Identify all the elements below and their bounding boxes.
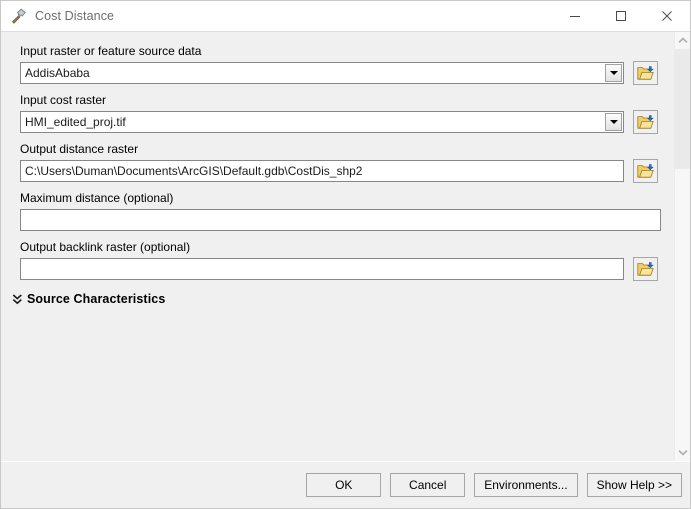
cancel-button[interactable]: Cancel — [390, 473, 466, 497]
ok-button[interactable]: OK — [306, 473, 382, 497]
chevron-down-icon[interactable] — [605, 113, 622, 131]
show-help-button[interactable]: Show Help >> — [586, 473, 682, 497]
scroll-up-arrow-icon[interactable] — [675, 32, 690, 49]
environments-button[interactable]: Environments... — [474, 473, 578, 497]
input-cost-raster-value: HMI_edited_proj.tif — [25, 115, 126, 129]
title-bar: Cost Distance — [1, 1, 690, 32]
scrollbar-thumb[interactable] — [675, 49, 690, 169]
dialog-footer: OK Cancel Environments... Show Help >> — [1, 461, 690, 508]
label-maximum-distance: Maximum distance (optional) — [20, 191, 174, 205]
browse-output-backlink-raster-button[interactable] — [633, 257, 658, 281]
output-backlink-raster-input[interactable] — [20, 258, 624, 280]
scroll-down-arrow-icon[interactable] — [675, 444, 690, 461]
label-output-distance-raster: Output distance raster — [20, 142, 139, 156]
source-characteristics-title: Source Characteristics — [27, 292, 166, 306]
double-chevron-down-icon — [11, 292, 24, 306]
parameter-form: Input raster or feature source data Addi… — [1, 32, 674, 461]
output-distance-raster-input[interactable]: C:\Users\Duman\Documents\ArcGIS\Default.… — [20, 160, 624, 182]
close-button[interactable] — [644, 1, 690, 31]
maximize-button[interactable] — [598, 1, 644, 31]
vertical-scrollbar[interactable] — [674, 32, 690, 461]
row-input-source-data: AddisAbaba — [20, 61, 674, 85]
row-output-distance-raster: C:\Users\Duman\Documents\ArcGIS\Default.… — [20, 159, 674, 183]
row-output-backlink-raster — [20, 257, 674, 281]
browse-input-cost-raster-button[interactable] — [633, 110, 658, 134]
row-maximum-distance — [20, 209, 674, 231]
minimize-button[interactable] — [552, 1, 598, 31]
input-source-data-value: AddisAbaba — [25, 66, 90, 80]
source-characteristics-section-header[interactable]: Source Characteristics — [11, 289, 674, 309]
window-title: Cost Distance — [35, 9, 115, 23]
footer-button-row: OK Cancel Environments... Show Help >> — [306, 473, 682, 497]
label-output-backlink-raster: Output backlink raster (optional) — [20, 240, 191, 254]
hammer-tool-icon — [8, 6, 28, 26]
label-input-source-data: Input raster or feature source data — [20, 44, 202, 58]
maximum-distance-input[interactable] — [20, 209, 661, 231]
browse-output-distance-raster-button[interactable] — [633, 159, 658, 183]
cost-distance-dialog: Cost Distance Input raster or feature so… — [0, 0, 691, 509]
window-controls — [552, 1, 690, 31]
row-input-cost-raster: HMI_edited_proj.tif — [20, 110, 674, 134]
chevron-down-icon[interactable] — [605, 64, 622, 82]
browse-input-source-data-button[interactable] — [633, 61, 658, 85]
output-distance-raster-value: C:\Users\Duman\Documents\ArcGIS\Default.… — [25, 164, 363, 178]
input-source-data-combobox[interactable]: AddisAbaba — [20, 62, 624, 84]
input-cost-raster-combobox[interactable]: HMI_edited_proj.tif — [20, 111, 624, 133]
label-input-cost-raster: Input cost raster — [20, 93, 107, 107]
dialog-content: Input raster or feature source data Addi… — [1, 32, 690, 461]
